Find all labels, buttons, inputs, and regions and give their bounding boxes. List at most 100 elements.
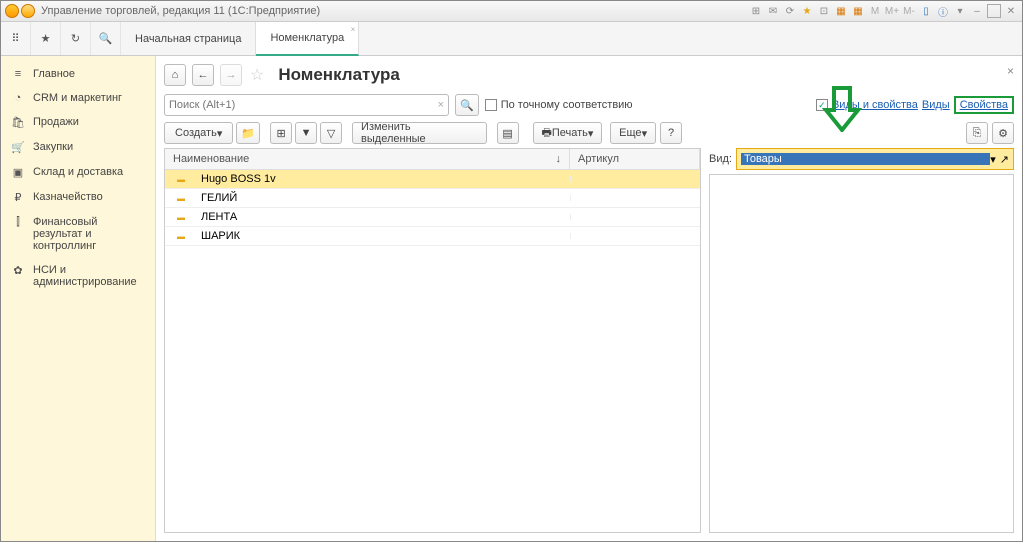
table-row[interactable]: ГЕЛИЙ [165,189,700,208]
change-selected-button[interactable]: Изменить выделенные [352,122,487,144]
sidebar-item-label: Продажи [33,116,79,128]
favorite-icon[interactable]: ★ [31,22,61,55]
row-article [570,176,700,182]
sidebar-item-label: CRM и маркетинг [33,92,122,104]
sidebar-item-finance[interactable]: ⫿Финансовый результат и контроллинг [1,210,155,258]
sys-icon[interactable]: ▦ [834,4,848,18]
app-icon [5,4,19,18]
sys-icon[interactable]: ▦ [851,4,865,18]
sys-icon[interactable]: ⊞ [749,4,763,18]
sys-text[interactable]: M- [902,4,916,18]
tab-nomenclature[interactable]: Номенклатура × [256,22,359,56]
bag-icon: 🛍 [11,116,25,129]
sidebar-item-purchases[interactable]: 🛒Закупки [1,135,155,160]
sidebar-item-label: Казначейство [33,191,103,203]
panel-button[interactable]: ⎘ [966,122,988,144]
search-box[interactable]: × [164,94,449,116]
clear-icon[interactable]: × [438,99,444,111]
exact-match-checkbox[interactable]: По точному соответствию [485,99,633,111]
properties-listbox[interactable] [709,174,1014,533]
folder-icon [165,208,193,226]
column-name[interactable]: Наименование↓ [165,149,570,169]
sys-text[interactable]: M [868,4,882,18]
maximize-button[interactable] [987,4,1001,18]
sidebar-item-treasury[interactable]: ₽ Казначейство [1,185,155,210]
column-article[interactable]: Артикул [570,149,700,169]
sys-icon[interactable]: ✉ [766,4,780,18]
right-panel: Вид: Товары ▾ ↗ [709,148,1014,533]
folder-icon [165,170,193,188]
settings-button[interactable]: ⚙ [992,122,1014,144]
button-label: Создать [175,127,217,139]
row-article [570,214,700,220]
table-row[interactable]: Hugo BOSS 1v [165,170,700,189]
apps-icon[interactable]: ⠿ [1,22,31,55]
sys-icon[interactable]: ⊡ [817,4,831,18]
types-props-checkbox[interactable]: ✓ [816,99,828,111]
sidebar-item-warehouse[interactable]: ▣Склад и доставка [1,160,155,185]
minimize-button[interactable]: – [970,4,984,18]
sidebar-item-label: Склад и доставка [33,166,123,178]
more-button[interactable]: Еще ▾ [610,122,656,144]
toolbar-button[interactable]: ⊞ [270,122,292,144]
sidebar-item-main[interactable]: ≡Главное [1,62,155,86]
toolbar-button[interactable]: ▼ [295,122,317,144]
page-close-icon[interactable]: × [1007,64,1014,78]
table-row[interactable]: ЛЕНТА [165,208,700,227]
fav-icon[interactable]: ★ [800,4,814,18]
print-button[interactable]: 🖶 Печать ▾ [533,122,603,144]
sys-icon[interactable]: ▯ [919,4,933,18]
star-icon[interactable]: ☆ [250,65,264,85]
checkbox-icon: ✓ [816,99,828,111]
tab-label: Номенклатура [270,32,344,44]
chart-icon: ◔ [11,92,25,104]
search-button[interactable]: 🔍 [455,94,479,116]
info-icon[interactable]: ⓘ [936,4,950,18]
table-row[interactable]: ШАРИК [165,227,700,246]
create-folder-button[interactable]: 📁 [236,122,260,144]
ruble-icon: ₽ [11,191,25,204]
link-types[interactable]: Виды [922,99,950,111]
sys-icon[interactable]: ⟳ [783,4,797,18]
folder-icon [165,189,193,207]
button-label: Печать [552,127,588,139]
sidebar-item-crm[interactable]: ◔ CRM и маркетинг [1,86,155,110]
toolbar-button[interactable]: ▽ [320,122,342,144]
menu-icon: ≡ [11,68,25,80]
tab-close-icon[interactable]: × [351,25,356,34]
help-button[interactable]: ? [660,122,682,144]
row-article [570,195,700,201]
toolbar-button[interactable]: ▤ [497,122,519,144]
tab-bar: ⠿ ★ ↻ 🔍 Начальная страница Номенклатура × [1,22,1022,56]
chevron-down-icon: ▾ [990,153,996,166]
page-title: Номенклатура [278,65,400,85]
column-label: Наименование [173,153,249,165]
sidebar-item-sales[interactable]: 🛍 Продажи [1,110,155,135]
sidebar-item-admin[interactable]: ✿НСИ и администрирование [1,258,155,294]
link-props-highlighted[interactable]: Свойства [954,96,1014,114]
type-select[interactable]: Товары ▾ ↗ [736,148,1014,170]
search-input[interactable] [169,99,438,111]
create-button[interactable]: Создать ▾ [164,122,233,144]
bars-icon: ⫿ [11,216,25,229]
content-area: × ⌂ ← → ☆ Номенклатура × 🔍 По точному со… [156,56,1022,541]
sidebar: ≡Главное ◔ CRM и маркетинг 🛍 Продажи 🛒Заку… [1,56,156,541]
nomenclature-table: Наименование↓ Артикул Hugo BOSS 1v ГЕЛИЙ… [164,148,701,533]
back-button[interactable]: ← [192,64,214,86]
row-name: Hugo BOSS 1v [193,170,570,188]
open-icon[interactable]: ↗ [1000,153,1009,166]
tab-home[interactable]: Начальная страница [121,22,256,55]
history-icon[interactable]: ↻ [61,22,91,55]
link-types-and-props[interactable]: Виды и свойства [832,99,918,111]
row-name: ШАРИК [193,227,570,245]
forward-button[interactable]: → [220,64,242,86]
window-titlebar: Управление торговлей, редакция 11 (1С:Пр… [1,1,1022,22]
sidebar-item-label: НСИ и администрирование [33,264,145,288]
checkbox-label: По точному соответствию [501,99,633,111]
button-label: Еще [619,127,641,139]
dropdown-icon[interactable]: ▾ [953,4,967,18]
home-button[interactable]: ⌂ [164,64,186,86]
search-icon[interactable]: 🔍 [91,22,121,55]
sys-text[interactable]: M+ [885,4,899,18]
close-button[interactable]: ✕ [1004,4,1018,18]
